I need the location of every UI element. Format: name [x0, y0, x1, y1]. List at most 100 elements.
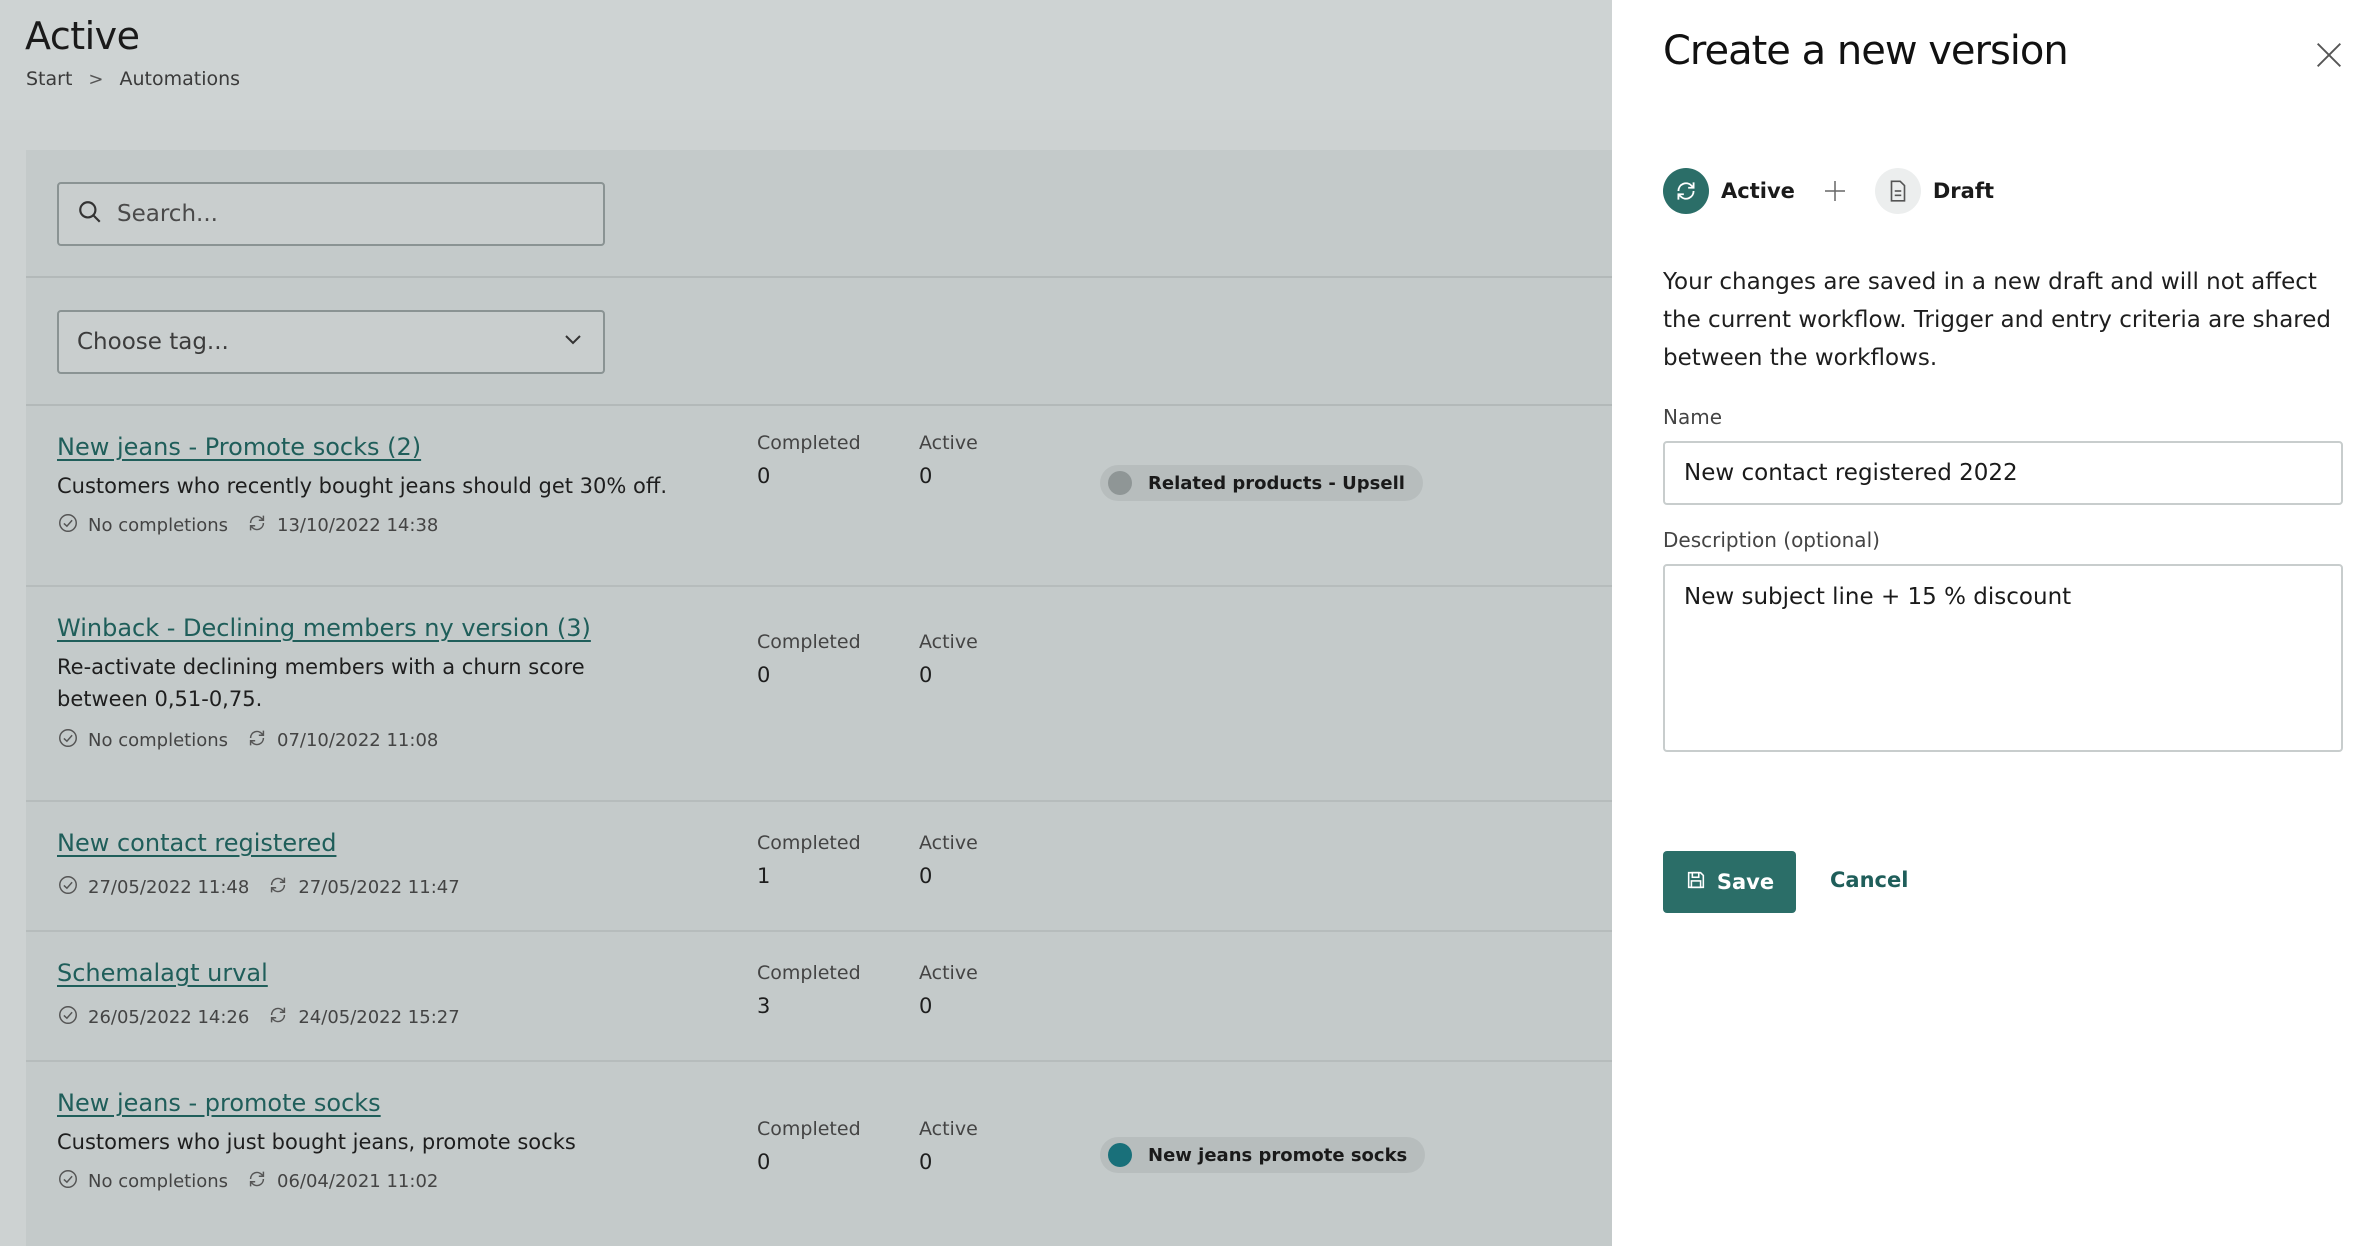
automation-description: Customers who recently bought jeans shou… [57, 474, 668, 498]
updated-date: 06/04/2021 11:02 [277, 1171, 439, 1192]
search-icon [77, 199, 103, 229]
drawer-title: Create a new version [1663, 28, 2069, 74]
active-stat: Active 0 [919, 432, 978, 488]
search-row [26, 150, 1612, 278]
tag-select-label: Choose tag... [77, 329, 229, 355]
tag-filter-row: Choose tag... [26, 278, 1612, 406]
name-label: Name [1663, 405, 1723, 429]
completed-label: Completed [757, 962, 861, 984]
tag-badge[interactable]: New jeans promote socks [1100, 1137, 1426, 1173]
active-value: 0 [919, 663, 933, 687]
info-text: Your changes are saved in a new draft an… [1663, 269, 2331, 371]
completion-text: No completions [88, 515, 229, 536]
active-stat: Active 0 [919, 962, 978, 1018]
cancel-button[interactable]: Cancel [1830, 868, 1908, 892]
refresh-icon [267, 1004, 298, 1031]
automation-row: New jeans - Promote socks (2) Customers … [26, 406, 1612, 587]
automation-title-link[interactable]: New jeans - Promote socks (2) [57, 433, 421, 461]
search-input[interactable] [117, 201, 577, 227]
completed-value: 0 [757, 663, 771, 687]
tag-label: New jeans promote socks [1148, 1144, 1408, 1166]
page-header: Active Start > Automations [0, 0, 1612, 120]
check-circle-icon [57, 874, 88, 901]
active-label: Active [919, 832, 978, 854]
create-version-drawer: Create a new version Active Draft Your c… [1612, 0, 2378, 1246]
completion-text: 26/05/2022 14:26 [88, 1007, 250, 1028]
plus-icon [1823, 179, 1847, 203]
automations-panel: Choose tag... New jeans - Promote socks … [26, 150, 1612, 1246]
version-flow: Active Draft [1663, 168, 1994, 214]
close-button[interactable] [2312, 38, 2346, 72]
automation-meta: 26/05/2022 14:26 24/05/2022 15:27 [57, 1004, 460, 1031]
chevron-down-icon [561, 327, 585, 357]
completed-label: Completed [757, 631, 861, 653]
check-circle-icon [57, 512, 88, 539]
check-circle-icon [57, 1168, 88, 1195]
completed-value: 0 [757, 464, 771, 488]
version-from-label: Active [1721, 179, 1795, 203]
automation-description: Re-activate declining members with a chu… [57, 655, 585, 711]
page-title: Active [25, 14, 140, 58]
completed-stat: Completed 0 [757, 1118, 861, 1174]
description-textarea[interactable]: New subject line + 15 % discount [1663, 564, 2343, 752]
automation-meta: No completions 06/04/2021 11:02 [57, 1168, 438, 1195]
automation-row: New contact registered 27/05/2022 11:48 … [26, 802, 1612, 932]
completed-stat: Completed 1 [757, 832, 861, 888]
completed-label: Completed [757, 432, 861, 454]
automation-list: New jeans - Promote socks (2) Customers … [26, 406, 1612, 1243]
check-circle-icon [57, 727, 88, 754]
check-circle-icon [57, 1004, 88, 1031]
automation-title-link[interactable]: New jeans - promote socks [57, 1089, 381, 1117]
version-to-label: Draft [1932, 179, 1995, 203]
completed-label: Completed [757, 1118, 861, 1140]
save-button[interactable]: Save [1663, 851, 1796, 913]
close-icon [2312, 43, 2346, 76]
automation-title-link[interactable]: Schemalagt urval [57, 959, 268, 987]
automation-meta: No completions 07/10/2022 11:08 [57, 727, 438, 754]
automation-row: Schemalagt urval 26/05/2022 14:26 24/05/… [26, 932, 1612, 1062]
active-label: Active [919, 1118, 978, 1140]
completed-stat: Completed 0 [757, 432, 861, 488]
updated-date: 24/05/2022 15:27 [298, 1007, 460, 1028]
automation-row: New jeans - promote socks Customers who … [26, 1062, 1612, 1243]
tag-label: Related products - Upsell [1148, 472, 1405, 494]
active-version-icon [1663, 168, 1709, 214]
completion-text: No completions [88, 1171, 229, 1192]
active-value: 0 [919, 1150, 933, 1174]
completion-text: 27/05/2022 11:48 [88, 877, 250, 898]
save-icon [1685, 869, 1717, 896]
active-label: Active [919, 432, 978, 454]
search-field[interactable] [57, 182, 605, 246]
active-value: 0 [919, 864, 933, 888]
refresh-icon [246, 727, 277, 754]
automation-title-link[interactable]: New contact registered [57, 829, 336, 857]
active-stat: Active 0 [919, 631, 978, 687]
tag-color-dot [1108, 471, 1132, 495]
active-label: Active [919, 631, 978, 653]
active-stat: Active 0 [919, 832, 978, 888]
breadcrumb-automations[interactable]: Automations [120, 68, 241, 90]
completed-stat: Completed 3 [757, 962, 861, 1018]
save-label: Save [1716, 870, 1775, 894]
refresh-icon [267, 874, 298, 901]
automation-title-link[interactable]: Winback - Declining members ny version (… [57, 614, 591, 642]
active-value: 0 [919, 464, 933, 488]
description-label: Description (optional) [1663, 528, 1880, 552]
tag-select[interactable]: Choose tag... [57, 310, 605, 374]
name-input[interactable] [1663, 441, 2343, 505]
updated-date: 27/05/2022 11:47 [298, 877, 460, 898]
tag-badge[interactable]: Related products - Upsell [1100, 465, 1423, 501]
completed-value: 3 [757, 994, 771, 1018]
completed-stat: Completed 0 [757, 631, 861, 687]
draft-document-icon [1874, 168, 1921, 214]
active-value: 0 [919, 994, 933, 1018]
completed-value: 1 [757, 864, 771, 888]
automation-row: Winback - Declining members ny version (… [26, 587, 1612, 802]
automation-meta: 27/05/2022 11:48 27/05/2022 11:47 [57, 874, 460, 901]
breadcrumb-start[interactable]: Start [26, 68, 72, 90]
breadcrumb-separator: > [88, 68, 104, 90]
completed-value: 0 [757, 1150, 771, 1174]
active-stat: Active 0 [919, 1118, 978, 1174]
updated-date: 07/10/2022 11:08 [277, 730, 439, 751]
breadcrumb: Start > Automations [26, 68, 240, 90]
